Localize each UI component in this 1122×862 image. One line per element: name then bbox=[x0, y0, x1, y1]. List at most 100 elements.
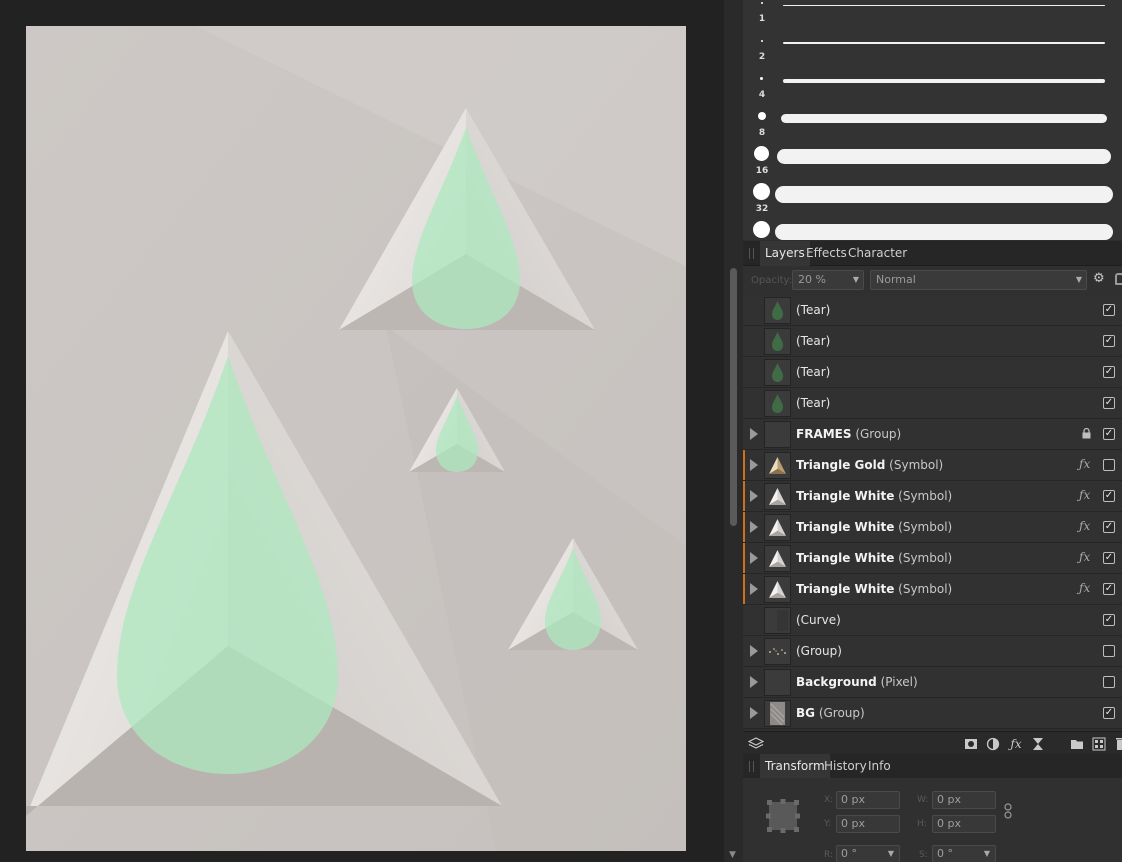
fx-icon[interactable]: ƒx bbox=[1079, 519, 1090, 533]
layer-row[interactable]: BG (Group) ✓ bbox=[743, 698, 1122, 729]
adjustment-icon[interactable] bbox=[986, 737, 1000, 751]
expand-arrow-icon[interactable] bbox=[750, 583, 758, 595]
layer-name-text: (Tear) bbox=[796, 365, 831, 379]
panel-grip-icon[interactable] bbox=[749, 248, 754, 259]
layer-row[interactable]: Triangle White (Symbol) ƒx ✓ bbox=[743, 543, 1122, 574]
brush-preview-dot bbox=[758, 112, 766, 120]
visibility-checkbox[interactable] bbox=[1103, 459, 1115, 471]
brush-stroke-preview bbox=[781, 114, 1107, 123]
shear-field[interactable]: 0 ° ▼ bbox=[932, 845, 996, 862]
layer-type-text: (Group) bbox=[851, 427, 902, 441]
layer-thumbnail bbox=[764, 359, 791, 386]
visibility-checkbox[interactable]: ✓ bbox=[1103, 707, 1115, 719]
w-field[interactable]: 0 px bbox=[932, 791, 996, 809]
brush-preview-dot bbox=[761, 2, 763, 4]
trash-icon[interactable] bbox=[1114, 737, 1122, 751]
layer-type-text: (Symbol) bbox=[894, 489, 953, 503]
brush-preview-dot bbox=[753, 221, 770, 238]
layer-row[interactable]: (Curve) ✓ bbox=[743, 605, 1122, 636]
layer-row[interactable]: (Tear) ✓ bbox=[743, 388, 1122, 419]
layers-stack-icon[interactable] bbox=[747, 737, 765, 751]
layer-row[interactable]: (Tear) ✓ bbox=[743, 326, 1122, 357]
fx-icon[interactable]: ƒx bbox=[1079, 581, 1090, 595]
opacity-dropdown[interactable]: 20 % ▼ bbox=[792, 270, 864, 290]
h-field[interactable]: 0 px bbox=[932, 815, 996, 833]
s-label: S: bbox=[919, 850, 928, 860]
brush-preview-dot bbox=[760, 77, 763, 80]
fx-icon[interactable]: ƒx bbox=[1079, 488, 1090, 502]
y-field[interactable]: 0 px bbox=[836, 815, 900, 833]
layer-name: (Tear) bbox=[796, 357, 830, 387]
visibility-checkbox[interactable] bbox=[1103, 676, 1115, 688]
layer-row[interactable]: Triangle White (Symbol) ƒx ✓ bbox=[743, 481, 1122, 512]
visibility-checkbox[interactable]: ✓ bbox=[1103, 335, 1115, 347]
expand-arrow-icon[interactable] bbox=[750, 676, 758, 688]
visibility-checkbox[interactable]: ✓ bbox=[1103, 583, 1115, 595]
lock-icon[interactable] bbox=[1115, 273, 1122, 285]
layer-name-text: (Tear) bbox=[796, 396, 831, 410]
layer-thumbnail bbox=[764, 390, 791, 417]
expand-arrow-icon[interactable] bbox=[750, 521, 758, 533]
fx-icon[interactable]: ƒx bbox=[1079, 550, 1090, 564]
layer-accent-marker bbox=[743, 543, 745, 573]
layer-thumbnail bbox=[764, 297, 791, 324]
layer-list[interactable]: (Tear) ✓ (Tear) ✓ (Tear) ✓ (Tear) ✓ FRAMES (Grou… bbox=[743, 295, 1122, 731]
link-icon[interactable] bbox=[1004, 803, 1012, 819]
canvas-area[interactable] bbox=[0, 0, 724, 862]
visibility-checkbox[interactable]: ✓ bbox=[1103, 304, 1115, 316]
layer-row[interactable]: (Tear) ✓ bbox=[743, 357, 1122, 388]
lock-icon[interactable] bbox=[1082, 427, 1091, 439]
panel-grip-icon[interactable] bbox=[749, 761, 754, 772]
x-field[interactable]: 0 px bbox=[836, 791, 900, 809]
visibility-checkbox[interactable]: ✓ bbox=[1103, 428, 1115, 440]
visibility-checkbox[interactable]: ✓ bbox=[1103, 552, 1115, 564]
rotation-field[interactable]: 0 ° ▼ bbox=[836, 845, 900, 862]
visibility-checkbox[interactable]: ✓ bbox=[1103, 614, 1115, 626]
mask-icon[interactable] bbox=[964, 737, 978, 751]
brush-size-label: 4 bbox=[758, 90, 766, 100]
visibility-checkbox[interactable]: ✓ bbox=[1103, 366, 1115, 378]
expand-arrow-icon[interactable] bbox=[750, 490, 758, 502]
blend-mode-dropdown[interactable]: Normal ▼ bbox=[870, 270, 1087, 290]
tab-character[interactable]: Character bbox=[843, 241, 912, 266]
expand-arrow-icon[interactable] bbox=[750, 552, 758, 564]
visibility-checkbox[interactable]: ✓ bbox=[1103, 397, 1115, 409]
visibility-checkbox[interactable] bbox=[1103, 645, 1115, 657]
expand-arrow-icon[interactable] bbox=[750, 428, 758, 440]
expand-arrow-icon[interactable] bbox=[750, 645, 758, 657]
live-filter-icon[interactable] bbox=[1031, 737, 1045, 751]
canvas-scrollbar[interactable]: ▼ bbox=[724, 0, 743, 862]
expand-arrow-icon[interactable] bbox=[750, 707, 758, 719]
fx-icon[interactable]: ƒx bbox=[1079, 457, 1090, 471]
fx-icon[interactable]: ƒx bbox=[1009, 737, 1023, 751]
pixel-layer-icon[interactable] bbox=[1092, 737, 1106, 751]
visibility-checkbox[interactable]: ✓ bbox=[1103, 521, 1115, 533]
layer-name-text: (Group) bbox=[796, 644, 842, 658]
layer-row[interactable]: Background (Pixel) bbox=[743, 667, 1122, 698]
chevron-down-icon: ▼ bbox=[852, 275, 859, 284]
layer-name: (Tear) bbox=[796, 326, 830, 356]
transform-panel: X: 0 px Y: 0 px W: 0 px H: 0 px R: 0 ° ▼… bbox=[743, 778, 1122, 862]
scrollbar-thumb[interactable] bbox=[730, 268, 737, 526]
folder-icon[interactable] bbox=[1070, 737, 1084, 751]
layer-row[interactable]: FRAMES (Group) ✓ bbox=[743, 419, 1122, 450]
expand-arrow-icon[interactable] bbox=[750, 459, 758, 471]
brush-preview-dot bbox=[761, 40, 763, 42]
scroll-down-arrow[interactable]: ▼ bbox=[729, 850, 736, 860]
layer-row[interactable]: (Tear) ✓ bbox=[743, 295, 1122, 326]
layer-row[interactable]: Triangle White (Symbol) ƒx ✓ bbox=[743, 512, 1122, 543]
visibility-checkbox[interactable]: ✓ bbox=[1103, 490, 1115, 502]
layer-name: FRAMES (Group) bbox=[796, 419, 901, 449]
layer-row[interactable]: (Group) bbox=[743, 636, 1122, 667]
layer-row[interactable]: Triangle Gold (Symbol) ƒx bbox=[743, 450, 1122, 481]
tab-info[interactable]: Info bbox=[863, 754, 896, 779]
w-label: W: bbox=[917, 795, 929, 805]
document-canvas[interactable] bbox=[26, 26, 686, 851]
layer-name-text: Background bbox=[796, 675, 877, 689]
layer-row[interactable]: Triangle White (Symbol) ƒx ✓ bbox=[743, 574, 1122, 605]
gear-icon[interactable]: ⚙ bbox=[1093, 272, 1107, 286]
layer-name: Triangle White (Symbol) bbox=[796, 481, 952, 511]
app-window: ▼ 1 2 4 8 16 32 Layers Effects Character… bbox=[0, 0, 1122, 862]
anchor-selector-icon[interactable] bbox=[765, 798, 801, 834]
layer-thumbnail bbox=[764, 328, 791, 355]
